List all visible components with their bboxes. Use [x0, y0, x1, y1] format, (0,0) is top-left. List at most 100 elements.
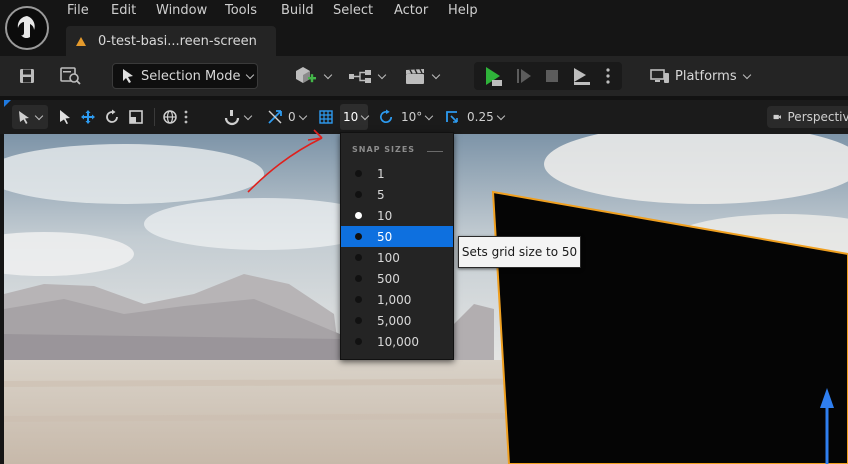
radio-dot-selected-icon — [355, 212, 362, 219]
translate-mode-button[interactable] — [80, 100, 98, 134]
menu-build[interactable]: Build — [281, 3, 314, 21]
surface-snap-icon — [224, 110, 240, 126]
unreal-logo-icon[interactable] — [5, 6, 49, 50]
scale-icon — [129, 110, 143, 124]
grid-size-tooltip: Sets grid size to 50 — [458, 236, 581, 268]
perspective-label: Perspective — [787, 110, 848, 124]
radio-dot-icon — [355, 254, 362, 261]
menu-actor[interactable]: Actor — [394, 3, 428, 21]
snap-option-10[interactable]: 10 — [341, 205, 453, 226]
menu-bar: File Edit Window Tools Build Select Acto… — [0, 0, 848, 56]
snap-sizes-header: SNAP SIZES — [352, 145, 416, 154]
cursor-icon — [123, 69, 133, 83]
arrow-cursor-icon — [60, 110, 70, 124]
clapperboard-icon — [405, 68, 424, 84]
chevron-down-icon — [361, 111, 370, 120]
snap-option-500[interactable]: 500 — [341, 268, 453, 289]
advance-frame-button[interactable] — [512, 56, 536, 96]
toolbar-separator — [154, 108, 155, 126]
blueprint-icon — [348, 70, 371, 83]
blueprint-button[interactable] — [344, 56, 388, 96]
globe-icon — [163, 110, 177, 124]
menu-select[interactable]: Select — [333, 3, 373, 21]
scale-snap-icon — [446, 111, 458, 123]
eject-button[interactable] — [568, 56, 594, 96]
scale-mode-button[interactable] — [128, 100, 146, 134]
surface-snapping-dropdown[interactable] — [222, 100, 258, 134]
snap-option-50[interactable]: 50 — [341, 226, 453, 247]
radio-dot-icon — [355, 296, 362, 303]
snap-option-1[interactable]: 1 — [341, 163, 453, 184]
menu-file[interactable]: File — [67, 3, 89, 21]
annotation-arrow-head — [307, 129, 323, 141]
radio-dot-icon — [355, 170, 362, 177]
selection-mode-label: Selection Mode — [141, 68, 241, 84]
snap-option-10000[interactable]: 10,000 — [341, 331, 453, 352]
translate-snap-off-icon — [268, 110, 282, 124]
play-button[interactable] — [478, 56, 508, 96]
more-vertical-icon — [184, 110, 188, 124]
chevron-down-icon — [243, 111, 253, 120]
chevron-down-icon — [496, 111, 505, 120]
selection-mode-dropdown[interactable]: Selection Mode — [112, 63, 258, 89]
rotation-snap-dropdown[interactable]: 10° — [378, 100, 434, 134]
add-cube-icon — [295, 67, 316, 83]
snap-option-1000[interactable]: 1,000 — [341, 289, 453, 310]
main-toolbar: Selection Mode Platforms — [0, 56, 848, 96]
platforms-label: Platforms — [675, 68, 737, 84]
platforms-icon — [650, 69, 669, 83]
menu-tools[interactable]: Tools — [225, 3, 257, 21]
transform-mode-dropdown[interactable] — [12, 105, 48, 129]
perspective-view-button[interactable]: Perspective — [767, 106, 848, 128]
select-mode-button[interactable] — [58, 100, 74, 134]
coordinate-system-button[interactable] — [162, 100, 180, 134]
grid-snap-value: 10 — [343, 110, 359, 124]
viewport-corner-marker — [4, 100, 11, 107]
content-browse-button[interactable] — [56, 56, 86, 96]
select-cursor-icon — [19, 111, 29, 124]
play-icon — [486, 67, 502, 86]
radio-dot-icon — [355, 233, 362, 240]
chevron-down-icon — [377, 70, 386, 79]
translate-snap-value: 0 — [288, 110, 296, 124]
rotate-icon — [106, 109, 118, 123]
snap-sizes-menu: SNAP SIZES 1 5 10 50 100 500 1,000 5,000… — [340, 132, 454, 360]
save-button[interactable] — [14, 56, 40, 96]
stop-button[interactable] — [540, 56, 564, 96]
move-arrows-icon — [81, 110, 95, 124]
chevron-down-icon — [34, 111, 44, 120]
more-vertical-icon — [606, 68, 610, 84]
frame-skip-icon — [517, 69, 531, 83]
rotation-snap-icon — [379, 109, 393, 123]
header-rule — [427, 151, 443, 152]
eject-icon — [574, 68, 590, 85]
snap-option-100[interactable]: 100 — [341, 247, 453, 268]
radio-dot-icon — [355, 338, 362, 345]
menu-window[interactable]: Window — [156, 3, 207, 21]
grid-snap-icon — [319, 110, 333, 124]
rotation-snap-value: 10° — [401, 110, 423, 124]
menu-help[interactable]: Help — [448, 3, 478, 21]
chevron-down-icon — [246, 70, 255, 79]
snap-option-5[interactable]: 5 — [341, 184, 453, 205]
play-options-button[interactable] — [598, 56, 618, 96]
platforms-dropdown[interactable]: Platforms — [650, 63, 751, 89]
menu-edit[interactable]: Edit — [111, 3, 136, 21]
chevron-down-icon — [298, 111, 307, 120]
camera-icon — [773, 114, 781, 120]
rotate-mode-button[interactable] — [104, 100, 122, 134]
chevron-down-icon — [431, 70, 440, 79]
cinematics-button[interactable] — [400, 56, 442, 96]
viewport-options-button[interactable] — [184, 100, 194, 134]
add-content-button[interactable] — [290, 56, 332, 96]
snap-option-5000[interactable]: 5,000 — [341, 310, 453, 331]
radio-dot-icon — [355, 317, 362, 324]
chevron-down-icon — [742, 70, 751, 79]
stop-icon — [546, 70, 558, 82]
level-tab-title: 0-test-basi...reen-screen — [98, 33, 257, 49]
level-document-tab[interactable]: 0-test-basi...reen-screen — [66, 26, 276, 56]
warning-triangle-icon — [76, 36, 86, 46]
chevron-down-icon — [323, 70, 332, 79]
play-controls — [474, 62, 622, 90]
scale-snap-dropdown[interactable]: 0.25 — [444, 100, 506, 134]
